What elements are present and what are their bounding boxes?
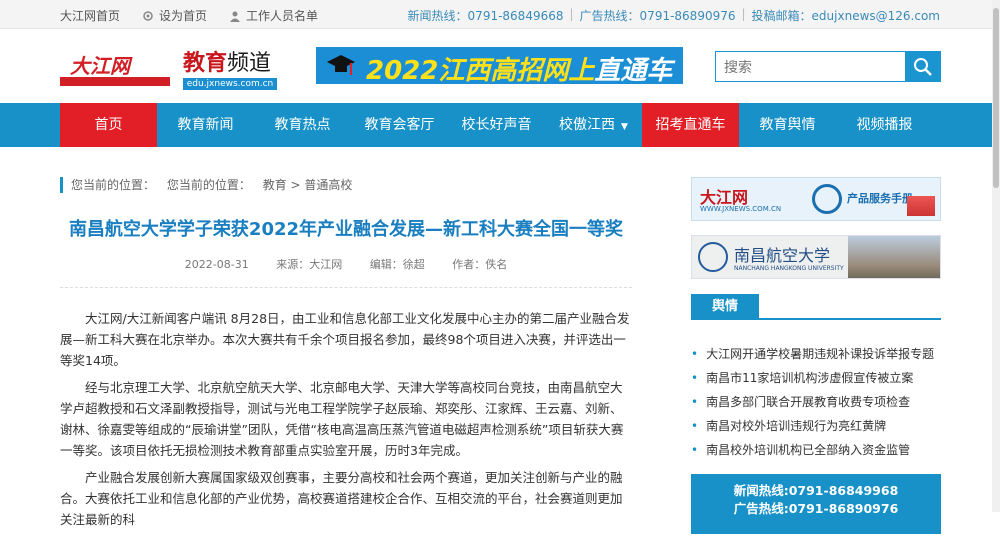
university-seal-icon <box>698 242 728 272</box>
list-item[interactable]: 南昌校外培训机构已全部纳入资金监管 <box>691 438 941 462</box>
article-editor: 编辑：徐超 <box>369 258 425 271</box>
nav-video[interactable]: 视频播报 <box>836 103 933 147</box>
ad-hotline: 广告热线：0791-86890976 <box>579 9 736 23</box>
paragraph: 产业融合发展创新大赛属国家级双创赛事，主要分高校和社会两个赛道，更加关注创新与产… <box>60 470 623 527</box>
chevron-down-icon: ▼ <box>621 122 628 132</box>
breadcrumb-path[interactable]: 教育 > 普通高校 <box>263 178 353 192</box>
gaokao-banner[interactable]: 2022江西高招网上直通车 <box>316 47 683 84</box>
submission-email[interactable]: 投稿邮箱：edujxnews@126.com <box>752 7 940 24</box>
list-item[interactable]: 南昌对校外培训违规行为亮红黄牌 <box>691 414 941 438</box>
article-author: 作者：佚名 <box>452 258 508 271</box>
product-manual-ad[interactable]: 大江网 WWW.JXNEWS.COM.CN 产品服务手册 <box>691 177 941 221</box>
university-ad[interactable]: 南昌航空大学 NANCHANG HANGKONG UNIVERSITY <box>691 235 941 279</box>
list-item[interactable]: 大江网开通学校暑期违规补课投诉举报专题 <box>691 342 941 366</box>
staff-link[interactable]: 工作人员名单 <box>229 7 318 24</box>
scrollbar[interactable] <box>992 0 1000 512</box>
article-meta: 2022-08-31 来源：大江网 编辑：徐超 作者：佚名 <box>60 256 632 272</box>
banner-end: 直通车 <box>594 56 673 84</box>
search-icon <box>913 57 932 76</box>
channel-name-red: 教育 <box>183 51 228 76</box>
paragraph: 大江网/大江新闻客户端讯 8月28日，由工业和信息化部工业文化发展中心主办的第二… <box>60 311 630 368</box>
nav-school-jiangxi-label: 校傲江西 <box>559 117 616 133</box>
news-hotline-box: 新闻热线:0791-86849968 <box>733 483 899 498</box>
banner-mid: 江西高招网上 <box>438 56 595 84</box>
list-item[interactable]: 南昌多部门联合开展教育收费专项检查 <box>691 390 941 414</box>
section-header: 舆情 <box>691 294 941 320</box>
ad-url: WWW.JXNEWS.COM.CN <box>700 205 782 213</box>
top-utility-bar: 大江网首页 设为首页 工作人员名单 新闻热线：0791-86849668 | 广… <box>0 0 1000 29</box>
nav-education-news[interactable]: 教育新闻 <box>157 103 254 147</box>
divider <box>60 287 632 288</box>
separator: | <box>741 7 746 21</box>
nav-exam-express[interactable]: 招考直通车 <box>642 103 739 147</box>
university-en-name: NANCHANG HANGKONG UNIVERSITY <box>734 265 844 272</box>
nav-school-jiangxi[interactable]: 校傲江西 ▼ <box>545 103 642 147</box>
dajiang-logo[interactable]: 大江网 <box>60 49 170 89</box>
search-input[interactable] <box>716 52 905 81</box>
search-box <box>715 51 941 82</box>
site-header: 大江网 教育频道 edu.jxnews.com.cn 2022江西高招网上直通车 <box>0 29 1000 103</box>
nav-home[interactable]: 首页 <box>60 103 157 147</box>
article-title: 南昌航空大学学子荣获2022年产业融合发展—新工科大赛全国一等奖 <box>68 219 624 240</box>
nav-public-opinion[interactable]: 教育舆情 <box>739 103 836 147</box>
campus-image <box>848 236 940 278</box>
channel-url: edu.jxnews.com.cn <box>183 78 277 90</box>
education-channel-logo[interactable]: 教育频道 edu.jxnews.com.cn <box>183 45 283 90</box>
separator: | <box>569 7 574 21</box>
article-body: 大江网/大江新闻客户端讯 8月28日，由工业和信息化部工业文化发展中心主办的第二… <box>60 308 632 536</box>
main-navigation: 首页 教育新闻 教育热点 教育会客厅 校长好声音 校傲江西 ▼ 招考直通车 教育舆… <box>0 103 1000 147</box>
banner-year: 2022 <box>366 56 439 84</box>
ad-label: 产品服务手册 <box>847 192 913 205</box>
nav-education-lounge[interactable]: 教育会客厅 <box>351 103 448 147</box>
search-button[interactable] <box>905 52 940 81</box>
home-link[interactable]: 大江网首页 <box>60 7 120 24</box>
nav-principal-voice[interactable]: 校长好声音 <box>448 103 545 147</box>
paragraph: 经与北京理工大学、北京航空航天大学、北京邮电大学、天津大学等高校同台竞技，由南昌… <box>60 380 624 458</box>
nav-education-hot[interactable]: 教育热点 <box>254 103 351 147</box>
staff-label: 工作人员名单 <box>246 9 319 23</box>
graduation-cap-icon <box>327 55 355 75</box>
news-list: 大江网开通学校暑期违规补课投诉举报专题 南昌市11家培训机构涉虚假宣传被立案 南… <box>691 342 941 462</box>
ad-hotline-box: 广告热线:0791-86890976 <box>733 501 899 516</box>
set-home-label: 设为首页 <box>159 9 208 23</box>
list-item[interactable]: 南昌市11家培训机构涉虚假宣传被立案 <box>691 366 941 390</box>
building-image <box>907 196 935 216</box>
svg-text:大江网: 大江网 <box>70 54 133 78</box>
breadcrumb-label: 您当前的位置： <box>71 178 156 192</box>
article-date: 2022-08-31 <box>184 258 249 271</box>
at-icon <box>812 184 842 214</box>
news-hotline: 新闻热线：0791-86849668 <box>407 9 564 23</box>
hotline-box: 新闻热线:0791-86849968 广告热线:0791-86890976 <box>691 474 941 534</box>
dajiang-logo-image: 大江网 <box>60 54 170 86</box>
university-name: 南昌航空大学 <box>734 246 831 265</box>
gear-icon <box>143 10 153 21</box>
article-source: 来源：大江网 <box>276 258 343 271</box>
scrollbar-thumb[interactable] <box>993 8 999 188</box>
user-icon <box>230 11 241 22</box>
set-home-link[interactable]: 设为首页 <box>142 7 207 24</box>
breadcrumb: 您当前的位置： 您当前的位置： 教育 > 普通高校 <box>60 177 360 193</box>
section-title[interactable]: 舆情 <box>691 294 759 320</box>
breadcrumb-label-2: 您当前的位置： <box>166 178 251 192</box>
channel-name-dark: 频道 <box>227 51 272 76</box>
